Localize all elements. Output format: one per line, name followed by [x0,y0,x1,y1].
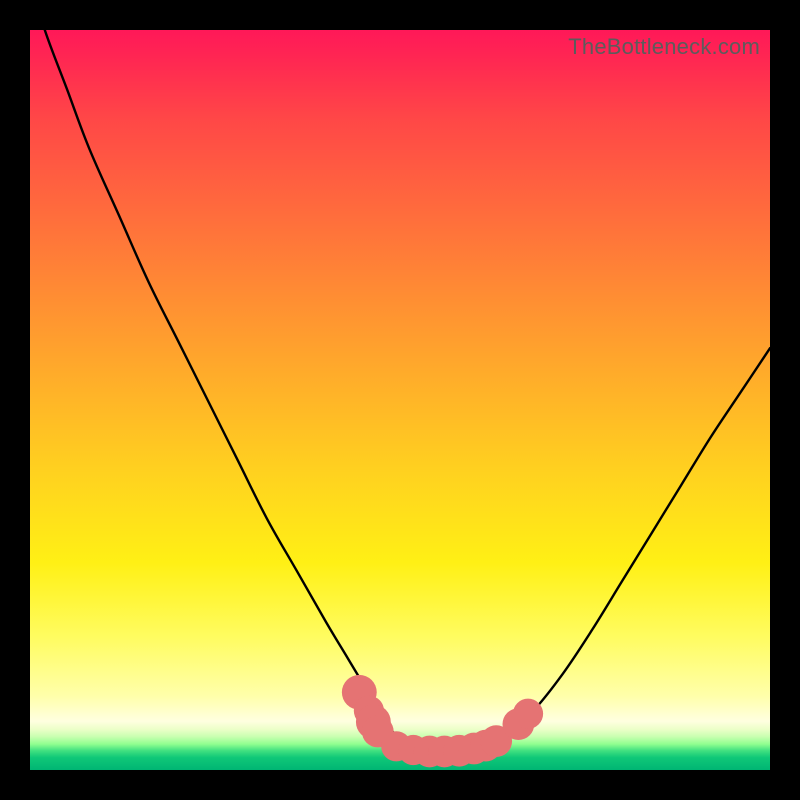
bottleneck-curve [30,30,770,752]
curve-layer [30,30,770,752]
curve-marker [513,699,543,729]
watermark-label: TheBottleneck.com [568,34,760,60]
plot-area: TheBottleneck.com [30,30,770,770]
marker-layer [342,675,543,768]
chart-frame: TheBottleneck.com [0,0,800,800]
chart-svg [30,30,770,770]
